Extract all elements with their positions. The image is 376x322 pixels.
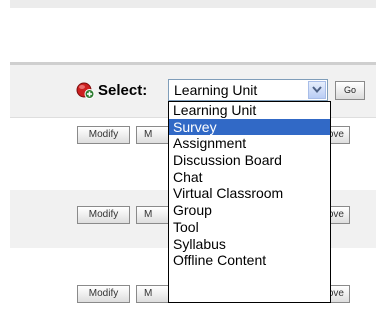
dropdown-option[interactable]: Chat xyxy=(169,169,330,186)
go-button[interactable]: Go xyxy=(335,81,365,100)
dropdown-option-highlighted[interactable]: Survey xyxy=(169,118,330,136)
modify-button[interactable]: Modify xyxy=(77,206,130,224)
dropdown-option[interactable]: Group xyxy=(169,202,330,219)
top-bar xyxy=(10,0,376,8)
select-label: Select: xyxy=(98,82,148,99)
select-current-value: Learning Unit xyxy=(174,82,258,98)
modify-button[interactable]: Modify xyxy=(77,126,130,144)
dropdown-arrow-button[interactable] xyxy=(308,81,326,99)
content-type-dropdown-list: Learning Unit Survey Assignment Discussi… xyxy=(168,101,331,303)
dropdown-option[interactable]: Syllabus xyxy=(169,236,330,253)
content-type-select[interactable]: Learning Unit xyxy=(168,79,328,101)
dropdown-option[interactable]: Tool xyxy=(169,219,330,236)
dropdown-option[interactable]: Offline Content xyxy=(169,252,330,269)
add-item-icon xyxy=(76,82,95,99)
modify-button[interactable]: Modify xyxy=(77,285,130,303)
chevron-down-icon xyxy=(312,86,322,94)
dropdown-option[interactable]: Learning Unit xyxy=(169,102,330,119)
dropdown-option[interactable]: Virtual Classroom xyxy=(169,185,330,202)
dropdown-option[interactable]: Assignment xyxy=(169,135,330,152)
dropdown-option[interactable]: Discussion Board xyxy=(169,152,330,169)
